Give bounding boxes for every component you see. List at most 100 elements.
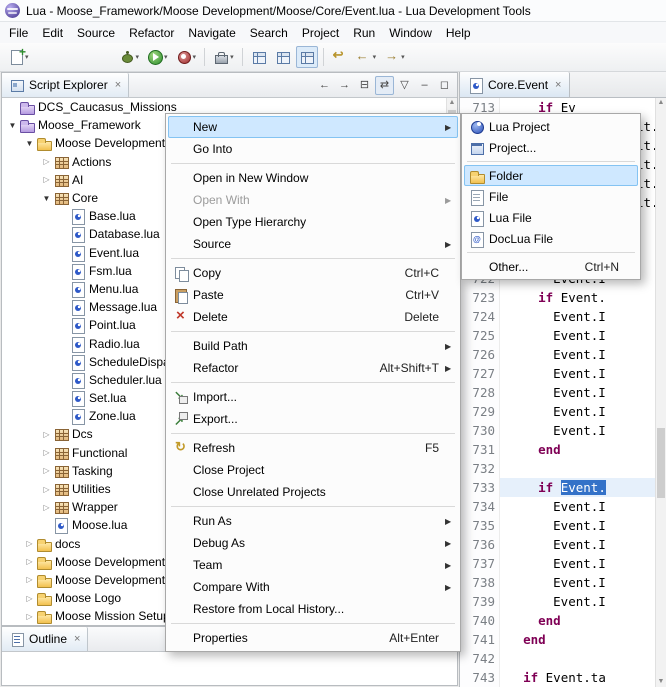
context-menu-item-import[interactable]: Import... [168, 386, 458, 408]
code-line-741[interactable]: 741 end [460, 630, 655, 649]
menubar-item-refactor[interactable]: Refactor [122, 23, 181, 43]
code-line-729[interactable]: 729 Event.I [460, 402, 655, 421]
back-button[interactable]: ▾ [353, 46, 380, 68]
expand-arrow-icon[interactable]: ▷ [23, 575, 36, 584]
code-line-723[interactable]: 723 if Event. [460, 288, 655, 307]
coverage-button[interactable]: ▾ [173, 46, 200, 68]
external-tools-button[interactable]: ▾ [210, 46, 237, 68]
submenu-item-project[interactable]: Project... [464, 137, 638, 158]
minimize-icon[interactable]: – [415, 76, 434, 95]
code-line-727[interactable]: 727 Event.I [460, 364, 655, 383]
open-perspective-button[interactable] [248, 46, 270, 68]
context-menu-item-go-into[interactable]: Go Into [168, 138, 458, 160]
forward-icon[interactable]: → [335, 76, 354, 95]
expand-arrow-icon[interactable]: ▷ [23, 557, 36, 566]
context-menu-item-run-as[interactable]: Run As▶ [168, 510, 458, 532]
context-menu-item-delete[interactable]: DeleteDelete [168, 306, 458, 328]
context-menu-item-properties[interactable]: PropertiesAlt+Enter [168, 627, 458, 649]
code-line-740[interactable]: 740 end [460, 611, 655, 630]
submenu-item-file[interactable]: File [464, 186, 638, 207]
scroll-up-icon[interactable]: ▲ [447, 98, 457, 108]
code-line-736[interactable]: 736 Event.I [460, 535, 655, 554]
submenu-item-lua-project[interactable]: Lua Project [464, 116, 638, 137]
menubar-item-source[interactable]: Source [70, 23, 122, 43]
expand-arrow-icon[interactable]: ▼ [6, 121, 19, 130]
context-menu-item-team[interactable]: Team▶ [168, 554, 458, 576]
submenu-item-doclua-file[interactable]: DocLua File [464, 228, 638, 249]
code-line-733[interactable]: 733 if Event. [460, 478, 655, 497]
code-line-742[interactable]: 742 [460, 649, 655, 668]
debug-button[interactable]: ▾ [116, 46, 143, 68]
scrollbar-thumb[interactable] [657, 428, 665, 498]
scroll-down-icon[interactable]: ▼ [656, 677, 666, 687]
expand-arrow-icon[interactable]: ▼ [40, 194, 53, 203]
menubar-item-file[interactable]: File [2, 23, 35, 43]
context-menu-item-refactor[interactable]: RefactorAlt+Shift+T▶ [168, 357, 458, 379]
code-line-734[interactable]: 734 Event.I [460, 497, 655, 516]
menubar-item-help[interactable]: Help [439, 23, 478, 43]
close-icon[interactable]: × [555, 79, 561, 91]
context-menu-item-export[interactable]: Export... [168, 408, 458, 430]
context-menu-item-copy[interactable]: CopyCtrl+C [168, 262, 458, 284]
menubar-item-run[interactable]: Run [346, 23, 382, 43]
submenu-item-folder[interactable]: Folder [464, 165, 638, 186]
context-menu-item-refresh[interactable]: RefreshF5 [168, 437, 458, 459]
outline-tab[interactable]: Outline × [2, 627, 88, 651]
code-line-738[interactable]: 738 Event.I [460, 573, 655, 592]
close-icon[interactable]: × [74, 633, 80, 645]
scroll-up-icon[interactable]: ▲ [656, 98, 666, 108]
submenu-item-lua-file[interactable]: Lua File [464, 207, 638, 228]
new-wizard-button[interactable]: ▾ [5, 46, 32, 68]
context-menu-item-open-type-hierarchy[interactable]: Open Type Hierarchy [168, 211, 458, 233]
expand-arrow-icon[interactable]: ▷ [40, 485, 53, 494]
code-line-725[interactable]: 725 Event.I [460, 326, 655, 345]
collapse-all-icon[interactable]: ⊟ [355, 76, 374, 95]
context-menu-item-new[interactable]: New▶ [168, 116, 458, 138]
code-line-728[interactable]: 728 Event.I [460, 383, 655, 402]
code-line-726[interactable]: 726 Event.I [460, 345, 655, 364]
script-explorer-tab[interactable]: Script Explorer × [2, 73, 129, 97]
expand-arrow-icon[interactable]: ▷ [23, 594, 36, 603]
last-edit-location-button[interactable] [329, 46, 351, 68]
expand-arrow-icon[interactable]: ▷ [40, 157, 53, 166]
code-line-724[interactable]: 724 Event.I [460, 307, 655, 326]
context-menu-item-close-unrelated-projects[interactable]: Close Unrelated Projects [168, 481, 458, 503]
maximize-icon[interactable]: ◻ [435, 76, 454, 95]
expand-arrow-icon[interactable]: ▷ [40, 466, 53, 475]
expand-arrow-icon[interactable]: ▷ [40, 430, 53, 439]
expand-arrow-icon[interactable]: ▷ [23, 612, 36, 621]
link-with-editor-icon[interactable]: ⇄ [375, 76, 394, 95]
view-menu-icon[interactable]: ▽ [395, 76, 414, 95]
script-explorer-view-button[interactable] [296, 46, 318, 68]
code-line-739[interactable]: 739 Event.I [460, 592, 655, 611]
context-menu-item-compare-with[interactable]: Compare With▶ [168, 576, 458, 598]
forward-button[interactable]: ▾ [381, 46, 408, 68]
context-menu-item-open-in-new-window[interactable]: Open in New Window [168, 167, 458, 189]
context-menu-item-paste[interactable]: PasteCtrl+V [168, 284, 458, 306]
menubar-item-project[interactable]: Project [295, 23, 346, 43]
context-menu-item-debug-as[interactable]: Debug As▶ [168, 532, 458, 554]
submenu-item-other[interactable]: Other...Ctrl+N [464, 256, 638, 277]
context-menu-item-restore-from-local-history[interactable]: Restore from Local History... [168, 598, 458, 620]
context-menu-item-build-path[interactable]: Build Path▶ [168, 335, 458, 357]
code-line-743[interactable]: 743 if Event.ta [460, 668, 655, 687]
lua-perspective-button[interactable] [272, 46, 294, 68]
code-line-732[interactable]: 732 [460, 459, 655, 478]
editor-scrollbar[interactable]: ▲ ▼ [655, 98, 666, 687]
context-menu-item-source[interactable]: Source▶ [168, 233, 458, 255]
context-menu-item-close-project[interactable]: Close Project [168, 459, 458, 481]
editor-tab-core-event[interactable]: Core.Event × [460, 72, 570, 97]
back-icon[interactable]: ← [315, 76, 334, 95]
expand-arrow-icon[interactable]: ▷ [40, 503, 53, 512]
code-line-735[interactable]: 735 Event.I [460, 516, 655, 535]
menubar-item-edit[interactable]: Edit [35, 23, 70, 43]
menubar-item-search[interactable]: Search [243, 23, 295, 43]
code-line-731[interactable]: 731 end [460, 440, 655, 459]
run-button[interactable]: ▾ [144, 46, 171, 68]
code-line-737[interactable]: 737 Event.I [460, 554, 655, 573]
expand-arrow-icon[interactable]: ▼ [23, 139, 36, 148]
menubar-item-window[interactable]: Window [382, 23, 439, 43]
expand-arrow-icon[interactable]: ▷ [40, 448, 53, 457]
expand-arrow-icon[interactable]: ▷ [23, 539, 36, 548]
code-line-730[interactable]: 730 Event.I [460, 421, 655, 440]
